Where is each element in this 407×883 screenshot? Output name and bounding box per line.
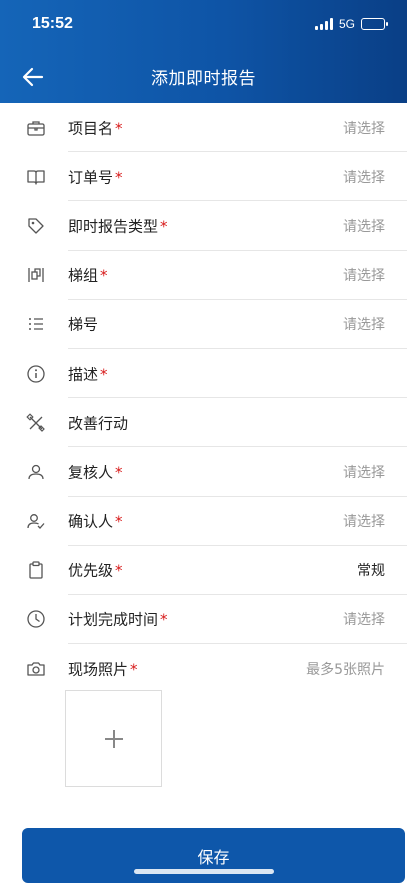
- field-value: 常规: [357, 563, 385, 580]
- field-label: 计划完成时间: [68, 610, 159, 629]
- field-value: 请选择: [343, 514, 385, 531]
- field-improvement-action[interactable]: 改善行动: [0, 398, 407, 448]
- network-type: 5G: [338, 17, 355, 31]
- list-icon: [25, 313, 47, 335]
- field-elevator-number[interactable]: 梯号 请选择: [0, 300, 407, 349]
- required-mark: *: [115, 119, 123, 138]
- save-button[interactable]: 保存: [22, 828, 405, 883]
- field-label: 确认人: [68, 512, 114, 531]
- field-label: 订单号: [68, 168, 114, 187]
- briefcase-icon: [25, 117, 47, 139]
- field-value: 请选择: [343, 317, 385, 334]
- required-mark: *: [100, 266, 108, 285]
- field-label: 项目名: [68, 119, 114, 138]
- status-time: 15:52: [32, 15, 73, 32]
- page-title: 添加即时报告: [151, 69, 256, 89]
- field-value: 请选择: [343, 268, 385, 285]
- required-mark: *: [115, 168, 123, 187]
- user-check-icon: [25, 510, 47, 532]
- field-label: 复核人: [68, 463, 114, 482]
- home-indicator: [134, 869, 274, 874]
- required-mark: *: [130, 660, 138, 679]
- field-value: 最多5张照片: [306, 661, 385, 678]
- field-value: 请选择: [343, 120, 385, 137]
- field-label: 梯组: [68, 266, 99, 285]
- camera-icon: [25, 658, 47, 680]
- field-label: 梯号: [68, 315, 99, 334]
- field-value: 请选择: [343, 169, 385, 186]
- field-report-type[interactable]: 即时报告类型 * 请选择: [0, 201, 407, 251]
- required-mark: *: [100, 365, 108, 384]
- battery-icon: [361, 18, 388, 30]
- user-icon: [25, 461, 47, 483]
- info-icon: [25, 363, 47, 385]
- field-project-name[interactable]: 项目名 * 请选择: [0, 103, 407, 153]
- field-label: 优先级: [68, 561, 114, 580]
- signal-icon: [314, 18, 333, 30]
- field-planned-completion-time[interactable]: 计划完成时间 * 请选择: [0, 595, 407, 645]
- field-reviewer[interactable]: 复核人 * 请选择: [0, 447, 407, 497]
- field-label: 即时报告类型: [68, 217, 159, 236]
- tools-icon: [25, 412, 47, 434]
- clock-icon: [25, 608, 47, 630]
- field-label: 现场照片: [68, 660, 129, 679]
- app-header: 15:52 5G 添加即时报告: [0, 0, 407, 103]
- field-site-photos: 现场照片 * 最多5张照片: [0, 644, 407, 693]
- field-value: 请选择: [343, 464, 385, 481]
- field-value: 请选择: [343, 218, 385, 235]
- plus-icon: [104, 729, 123, 748]
- required-mark: *: [115, 463, 123, 482]
- field-description[interactable]: 描述 *: [0, 349, 407, 399]
- group-icon: [25, 264, 47, 286]
- tag-icon: [25, 215, 47, 237]
- add-photo-button[interactable]: [65, 690, 162, 787]
- clipboard-icon: [25, 559, 47, 581]
- field-priority[interactable]: 优先级 * 常规: [0, 546, 407, 595]
- report-form: 项目名 * 请选择 订单号 * 请选择 即时报告类型 * 请选择 梯组 * 请选择 梯号…: [0, 103, 407, 693]
- required-mark: *: [115, 512, 123, 531]
- field-label: 改善行动: [68, 414, 129, 433]
- required-mark: *: [115, 561, 123, 580]
- required-mark: *: [160, 610, 168, 629]
- field-order-number[interactable]: 订单号 * 请选择: [0, 152, 407, 202]
- book-icon: [25, 166, 47, 188]
- status-indicators: 5G: [314, 17, 388, 31]
- field-label: 描述: [68, 365, 99, 384]
- field-elevator-group[interactable]: 梯组 * 请选择: [0, 251, 407, 300]
- field-confirmer[interactable]: 确认人 * 请选择: [0, 497, 407, 546]
- required-mark: *: [160, 217, 168, 236]
- field-value: 请选择: [343, 612, 385, 629]
